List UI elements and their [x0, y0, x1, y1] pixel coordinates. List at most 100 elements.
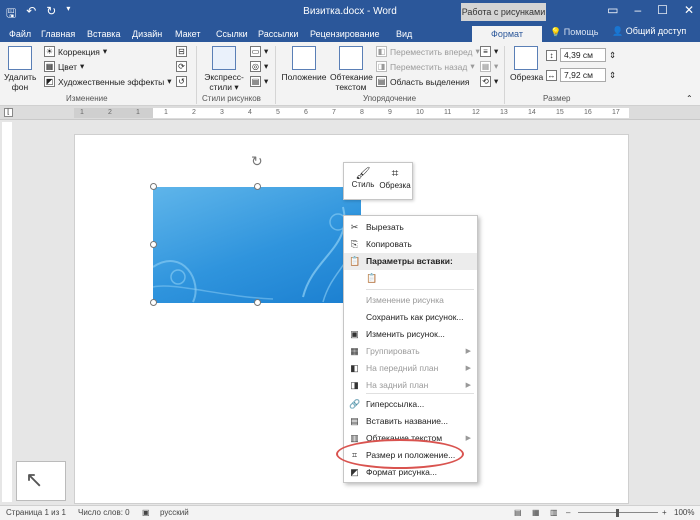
art-effects-icon: ◩ — [44, 76, 55, 87]
ruler-tick-label: 8 — [360, 109, 364, 116]
tab-insert[interactable]: Вставка — [82, 26, 125, 42]
selected-picture[interactable] — [153, 187, 361, 303]
menu-item-icon: ▤ — [350, 416, 359, 426]
tab-file[interactable]: Файл — [4, 26, 36, 42]
zoom-out-icon[interactable]: – — [566, 508, 570, 517]
web-layout-icon[interactable]: ▥ — [550, 508, 558, 517]
picture-tools-context-label: Работа с рисунками — [461, 3, 546, 21]
picture-layout-icon[interactable]: ▤ ▾ — [250, 76, 268, 87]
horizontal-ruler[interactable]: 1 2 1 1 2 3 4 5 6 7 8 9 10 11 12 13 14 15 16 17 — [74, 108, 629, 118]
tab-review[interactable]: Рецензирование — [305, 26, 385, 42]
menu-item-label: Изменение рисунка — [366, 295, 444, 305]
context-menu-item[interactable]: ▤ Вставить название... — [344, 413, 477, 430]
context-menu-item[interactable]: 🔗 Гиперссылка... — [344, 396, 477, 413]
position-button[interactable]: Положение — [280, 46, 328, 82]
ribbon-display-icon[interactable]: ▭ — [607, 3, 618, 17]
height-spinner[interactable]: ⇕ — [609, 50, 616, 61]
minimize-icon[interactable]: – — [634, 3, 641, 17]
wrap-text-icon — [339, 46, 363, 70]
context-menu-item[interactable]: 📋 — [344, 270, 477, 290]
context-menu-item[interactable]: ◧ На передний план ▶ — [344, 360, 477, 377]
style-label: Стиль — [351, 180, 375, 189]
bring-forward-icon: ◧ — [376, 46, 387, 57]
window-controls: ▭ – ☐ ✕ — [607, 3, 694, 17]
send-backward-icon: ◨ — [376, 61, 387, 72]
tab-layout[interactable]: Макет — [170, 26, 205, 42]
reset-picture-icon[interactable]: ↺ — [176, 76, 187, 87]
resize-handle-bottom-left[interactable] — [150, 299, 157, 306]
ruler-tick-label: 9 — [388, 109, 392, 116]
art-effects-button[interactable]: ◩ Художественные эффекты ▾ — [44, 76, 171, 87]
zoom-slider-thumb[interactable] — [616, 509, 619, 517]
zoom-level[interactable]: 100% — [674, 508, 694, 517]
tab-references[interactable]: Ссылки — [211, 26, 253, 42]
context-menu-item[interactable]: ✂ Вырезать — [344, 219, 477, 236]
ruler-tick-label: 5 — [276, 109, 280, 116]
selection-pane-button[interactable]: ▤ Область выделения — [376, 76, 469, 87]
context-menu-item[interactable]: Изменение рисунка — [344, 292, 477, 309]
user-icon: 👤 — [612, 26, 624, 36]
proofing-icon[interactable]: ▣ — [142, 508, 150, 517]
menu-item-icon: 🔗 — [349, 399, 361, 409]
tab-selector-icon[interactable]: ⌊ — [4, 108, 13, 117]
style-button[interactable]: 🖌 Стиль — [348, 166, 378, 189]
arrow-cursor-icon: ↖ — [25, 467, 44, 492]
resize-handle-top[interactable] — [254, 183, 261, 190]
tab-view[interactable]: Вид — [391, 26, 417, 42]
tab-mailings[interactable]: Рассылки — [253, 26, 303, 42]
height-input[interactable]: 4,39 см — [560, 48, 606, 62]
picture-effects-icon[interactable]: ◎ ▾ — [250, 61, 268, 72]
group-objects-icon[interactable]: ▦ ▾ — [480, 61, 498, 72]
context-menu-item[interactable]: ▣ Изменить рисунок... — [344, 326, 477, 343]
print-layout-icon[interactable]: ▦ — [532, 508, 540, 517]
read-mode-icon[interactable]: ▤ — [514, 508, 522, 517]
menu-item-icon: ✂ — [350, 222, 359, 232]
tab-home[interactable]: Главная — [36, 26, 80, 42]
context-menu-item[interactable]: ⎘ Копировать — [344, 236, 477, 253]
collapse-ribbon-icon[interactable]: ⌃ — [686, 94, 693, 104]
express-styles-button[interactable]: Экспресс-стили ▾ — [202, 46, 246, 92]
context-menu-item: 📋 Параметры вставки: — [344, 253, 477, 270]
context-menu-item[interactable]: ◨ На задний план ▶ — [344, 377, 477, 394]
resize-handle-left[interactable] — [150, 241, 157, 248]
cursor-thumbnail: ↖ — [16, 461, 66, 501]
compress-pictures-icon[interactable]: ⊟ — [176, 46, 187, 57]
width-spinner[interactable]: ⇕ — [609, 70, 616, 81]
ruler-tick-label: 10 — [416, 109, 424, 116]
rotate-icon[interactable]: ⟲ ▾ — [480, 76, 498, 87]
remove-background-button[interactable]: Удалить фон — [4, 46, 36, 92]
context-menu-item[interactable]: Сохранить как рисунок... — [344, 309, 477, 326]
page-count[interactable]: Страница 1 из 1 — [6, 508, 66, 517]
crop-button[interactable]: Обрезка — [510, 46, 543, 82]
send-backward-button[interactable]: ◨ Переместить назад ▾ — [376, 61, 475, 72]
tab-format[interactable]: Формат — [472, 26, 542, 42]
maximize-icon[interactable]: ☐ — [657, 3, 668, 17]
tell-me-search[interactable]: 💡 Помощь — [550, 27, 599, 38]
context-menu-item[interactable]: ▦ Группировать ▶ — [344, 343, 477, 360]
zoom-in-icon[interactable]: + — [662, 508, 667, 517]
width-input[interactable]: 7,92 см — [560, 68, 606, 82]
change-picture-icon[interactable]: ⟳ — [176, 61, 187, 72]
vertical-ruler[interactable] — [2, 122, 12, 502]
rotate-handle-icon[interactable]: ↻ — [251, 153, 263, 170]
word-count[interactable]: Число слов: 0 — [78, 508, 130, 517]
wrap-text-button[interactable]: Обтекание текстом — [330, 46, 373, 92]
picture-border-icon[interactable]: ▭ ▾ — [250, 46, 268, 57]
divider — [196, 46, 197, 104]
tab-design[interactable]: Дизайн — [127, 26, 167, 42]
resize-handle-top-left[interactable] — [150, 183, 157, 190]
correction-button[interactable]: ☀ Коррекция ▾ — [44, 46, 107, 57]
share-button[interactable]: 👤 Общий доступ — [612, 26, 686, 37]
resize-handle-bottom[interactable] — [254, 299, 261, 306]
align-icon[interactable]: ≡ ▾ — [480, 46, 498, 57]
close-icon[interactable]: ✕ — [684, 3, 694, 17]
ruler-tick-label: 15 — [556, 109, 564, 116]
ruler-tick-label: 1 — [136, 109, 140, 116]
mini-crop-button[interactable]: ⌗ Обрезка — [378, 166, 412, 190]
width-icon: ↔ — [546, 69, 557, 81]
color-button[interactable]: ▦ Цвет ▾ — [44, 61, 84, 72]
wrap-text-label: Обтекание текстом — [330, 72, 373, 92]
bring-forward-button[interactable]: ◧ Переместить вперед ▾ — [376, 46, 480, 57]
language[interactable]: русский — [160, 508, 189, 517]
left-margin-shade — [74, 108, 153, 118]
